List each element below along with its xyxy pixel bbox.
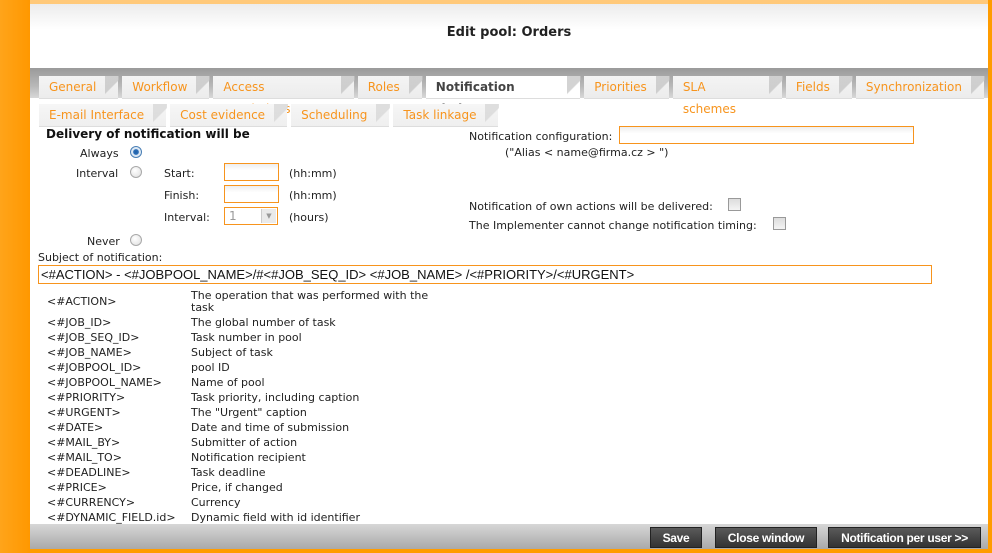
- finish-format-hint: (hh:mm): [289, 189, 337, 202]
- variable-row: <#JOB_NAME> Subject of task: [47, 345, 441, 360]
- window-title: Edit pool: Orders: [446, 25, 572, 40]
- notification-config-input[interactable]: [619, 126, 914, 144]
- tab-fields[interactable]: Fields: [785, 76, 853, 99]
- subject-input[interactable]: [38, 265, 932, 284]
- start-time-input[interactable]: [224, 163, 279, 181]
- variable-description: The operation that was performed with th…: [191, 289, 429, 314]
- variable-row: <#DYNAMIC_FIELD.id> Dynamic field with id…: [47, 510, 441, 525]
- variable-key: <#MAIL_BY>: [47, 435, 121, 449]
- variable-description: Notification recipient: [191, 450, 306, 464]
- variable-row: <#CURRENCY> Currency: [47, 495, 441, 510]
- edit-pool-window: Edit pool: Orders General Workflow Acces…: [30, 4, 988, 549]
- never-label: Never: [87, 235, 120, 248]
- variable-description: Submitter of action: [191, 435, 298, 449]
- tab-roles[interactable]: Roles: [357, 76, 423, 99]
- hours-hint: (hours): [289, 211, 329, 224]
- always-label: Always: [80, 147, 119, 160]
- interval-radio[interactable]: [130, 166, 142, 178]
- tab-scheduling[interactable]: Scheduling: [291, 104, 391, 127]
- variable-description: Subject of task: [191, 345, 273, 359]
- tab-task-linkage[interactable]: Task linkage: [393, 104, 500, 127]
- tab-general[interactable]: General: [39, 76, 120, 99]
- delivery-heading: Delivery of notification will be: [46, 127, 250, 141]
- variable-row: <#DEADLINE> Task deadline: [47, 465, 441, 480]
- variable-description: Name of pool: [191, 375, 265, 389]
- variable-key: <#JOBPOOL_ID>: [47, 360, 142, 374]
- variable-description: Task priority, including caption: [191, 390, 360, 404]
- variable-row: <#JOBPOOL_NAME> Name of pool: [47, 375, 441, 390]
- variable-key: <#DEADLINE>: [47, 465, 131, 479]
- notification-config-label: Notification configuration:: [469, 130, 613, 143]
- interval-hours-value: 1: [229, 209, 237, 223]
- variable-description: The "Urgent" caption: [191, 405, 307, 419]
- tab-sla-schemes[interactable]: SLA schemes: [672, 76, 784, 116]
- variable-key: <#PRICE>: [47, 480, 107, 494]
- interval-hours-label: Interval:: [164, 211, 210, 224]
- variable-row: <#ACTION> The operation that was performe…: [47, 289, 441, 315]
- variable-description: Dynamic field with id identifier: [191, 510, 360, 524]
- tab-priorities[interactable]: Priorities: [584, 76, 670, 99]
- finish-label: Finish:: [164, 189, 200, 202]
- variable-description: pool ID: [191, 360, 230, 374]
- tab-cost-evidence[interactable]: Cost evidence: [170, 104, 288, 127]
- variable-key: <#JOB_ID>: [47, 315, 112, 329]
- chevron-down-icon[interactable]: ▼: [261, 209, 276, 223]
- variable-key: <#JOB_SEQ_ID>: [47, 330, 140, 344]
- right-frame: [988, 0, 992, 553]
- variable-key: <#ACTION>: [47, 295, 117, 308]
- variable-key: <#URGENT>: [47, 405, 121, 419]
- implementer-label: The Implementer cannot change notificati…: [469, 219, 757, 232]
- variable-description: Price, if changed: [191, 480, 283, 494]
- variable-row: <#URGENT> The "Urgent" caption: [47, 405, 441, 420]
- variable-key: <#DATE>: [47, 420, 104, 434]
- always-radio[interactable]: [130, 146, 142, 158]
- variable-row: <#JOB_ID> The global number of task: [47, 315, 441, 330]
- tab-synchronization[interactable]: Synchronization: [855, 76, 986, 99]
- title-area: Edit pool: Orders: [30, 4, 988, 68]
- variable-description: Task number in pool: [191, 330, 302, 344]
- tabs-row-primary: General Workflow Access restrictions Rol…: [39, 76, 988, 116]
- start-label: Start:: [164, 167, 195, 180]
- tab-notification-timing[interactable]: Notification timing: [425, 76, 582, 116]
- tab-workflow[interactable]: Workflow: [122, 76, 211, 99]
- variable-key: <#CURRENCY>: [47, 495, 136, 509]
- save-button[interactable]: Save: [650, 527, 702, 548]
- variable-description: The global number of task: [191, 315, 336, 329]
- tabs-row-secondary: E-mail Interface Cost evidence Schedulin…: [39, 104, 502, 127]
- own-actions-label: Notification of own actions will be deli…: [469, 200, 713, 213]
- implementer-checkbox[interactable]: [773, 217, 786, 230]
- variable-description: Task deadline: [191, 465, 266, 479]
- variable-description: Currency: [191, 495, 241, 509]
- variable-row: <#PRIORITY> Task priority, including capt…: [47, 390, 441, 405]
- interval-hours-select[interactable]: 1 ▼: [224, 207, 278, 225]
- variable-key: <#MAIL_TO>: [47, 450, 122, 464]
- variable-row: <#JOB_SEQ_ID> Task number in pool: [47, 330, 441, 345]
- left-frame: [0, 0, 30, 553]
- variable-row: <#DATE> Date and time of submission: [47, 420, 441, 435]
- variable-row: <#JOBPOOL_ID> pool ID: [47, 360, 441, 375]
- variable-key: <#PRIORITY>: [47, 390, 126, 404]
- variable-key: <#JOBPOOL_NAME>: [47, 375, 162, 389]
- variable-row: <#MAIL_BY> Submitter of action: [47, 435, 441, 450]
- variables-table: <#ACTION> The operation that was performe…: [47, 289, 441, 525]
- variable-row: <#MAIL_TO> Notification recipient: [47, 450, 441, 465]
- never-radio[interactable]: [130, 234, 142, 246]
- interval-label: Interval: [76, 167, 119, 180]
- own-actions-checkbox[interactable]: [728, 198, 741, 211]
- variable-key: <#JOB_NAME>: [47, 345, 132, 359]
- tab-access-restrictions[interactable]: Access restrictions: [213, 76, 355, 116]
- bottom-frame: [30, 549, 992, 553]
- notification-per-user-button[interactable]: Notification per user >>: [828, 527, 981, 548]
- subject-label: Subject of notification:: [38, 251, 163, 264]
- finish-time-input[interactable]: [224, 185, 279, 203]
- start-format-hint: (hh:mm): [289, 167, 337, 180]
- variable-key: <#DYNAMIC_FIELD.id>: [47, 510, 176, 524]
- variable-row: <#PRICE> Price, if changed: [47, 480, 441, 495]
- notification-config-hint: ("Alias < name@firma.cz > "): [505, 146, 669, 159]
- tab-email-interface[interactable]: E-mail Interface: [39, 104, 168, 127]
- variable-description: Date and time of submission: [191, 420, 350, 434]
- close-window-button[interactable]: Close window: [715, 527, 817, 548]
